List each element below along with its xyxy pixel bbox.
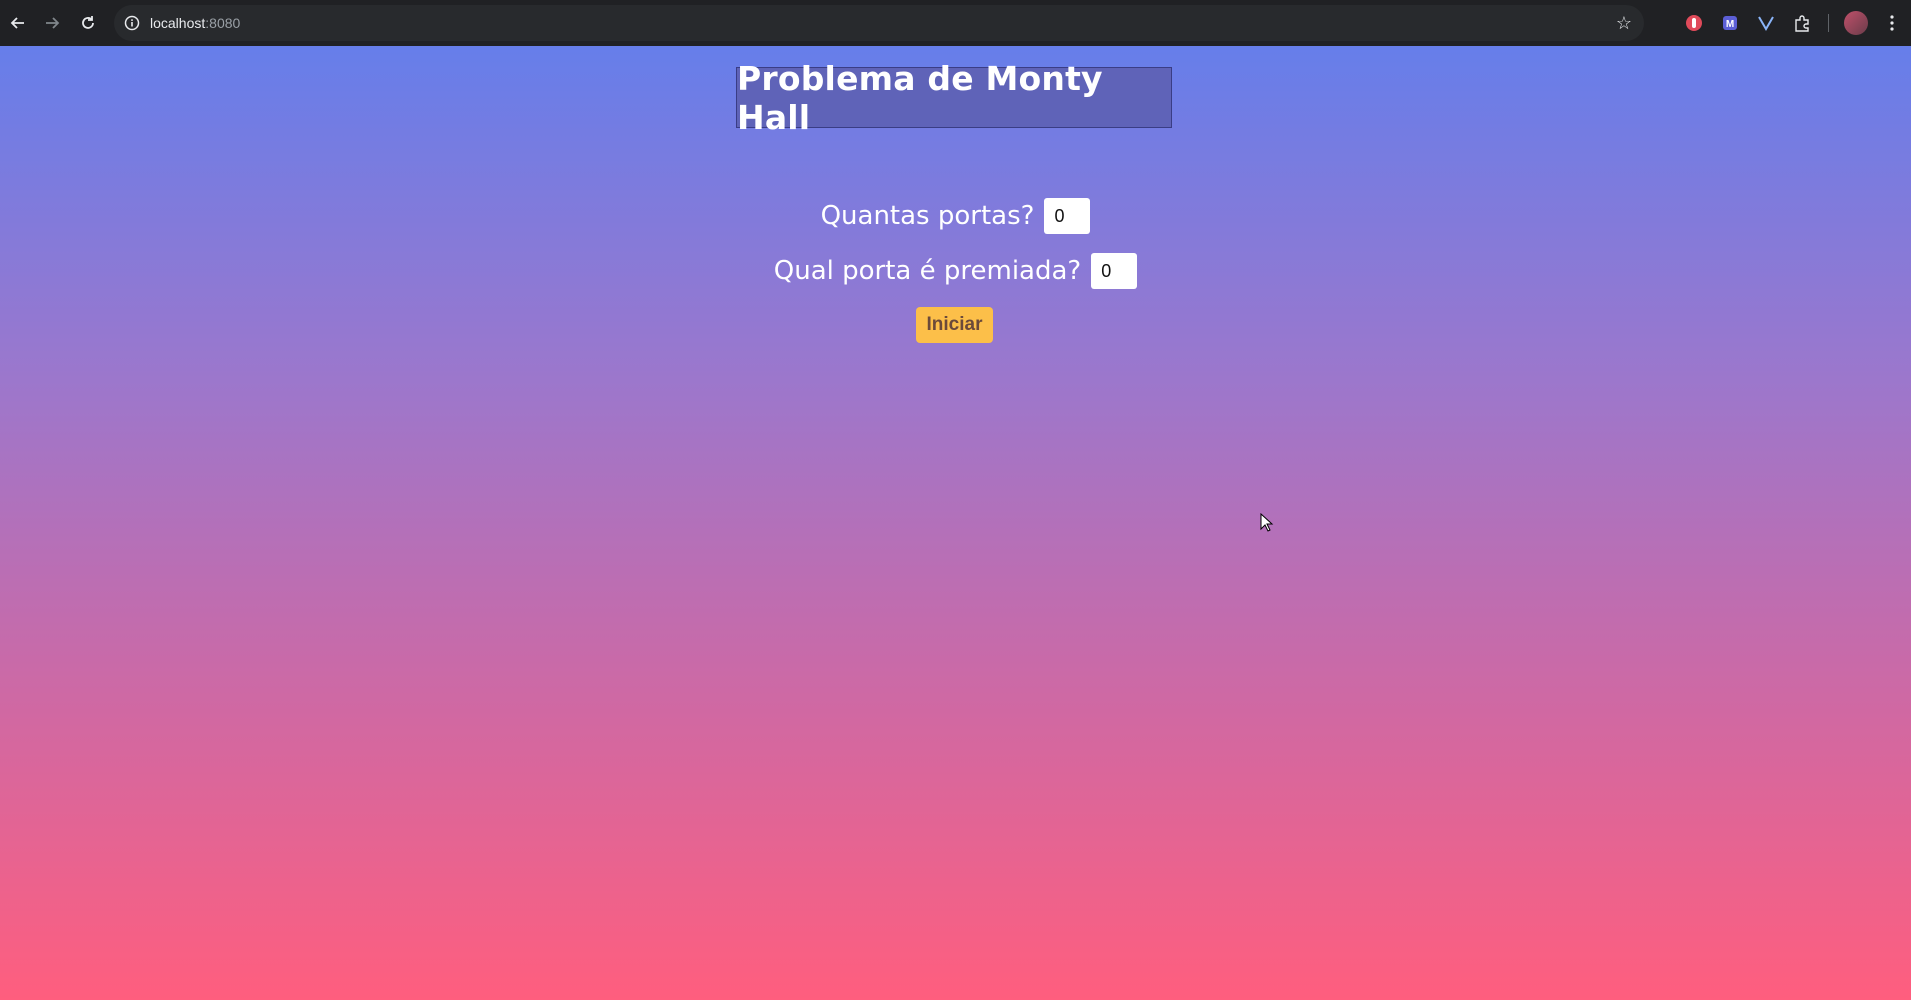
- doors-label: Quantas portas?: [820, 201, 1035, 231]
- back-button[interactable]: [0, 5, 36, 41]
- prize-door-label: Qual porta é premiada?: [773, 256, 1082, 286]
- arrow-right-icon: [46, 17, 60, 29]
- doors-row: Quantas portas?: [0, 198, 1911, 234]
- page-title: Problema de Monty Hall: [737, 58, 1103, 137]
- title-box: Problema de Monty Hall: [736, 59, 1172, 137]
- address-bar[interactable]: localhost:8080 ☆: [114, 5, 1644, 41]
- url-text: localhost:8080: [150, 15, 241, 31]
- mouse-cursor-icon: [1260, 513, 1274, 532]
- extension-red-icon[interactable]: [1682, 11, 1706, 35]
- arrow-left-icon: [10, 17, 24, 29]
- reload-icon: [82, 16, 94, 29]
- doors-input[interactable]: [1044, 198, 1091, 234]
- kebab-menu-icon[interactable]: [1880, 11, 1904, 35]
- prize-door-input[interactable]: [1091, 253, 1138, 289]
- page-content: Problema de Monty Hall Quantas portas? Q…: [0, 46, 1911, 1000]
- toolbar-divider: [1828, 14, 1829, 32]
- forward-button[interactable]: [34, 5, 70, 41]
- extension-vue-icon[interactable]: [1754, 11, 1778, 35]
- star-icon[interactable]: ☆: [1614, 13, 1634, 33]
- reload-button[interactable]: [70, 5, 106, 41]
- extension-m-icon[interactable]: M: [1718, 11, 1742, 35]
- site-info-icon[interactable]: [114, 5, 150, 41]
- browser-toolbar: localhost:8080 ☆ M: [0, 0, 1911, 46]
- start-button[interactable]: Iniciar: [916, 307, 993, 343]
- svg-text:M: M: [1726, 19, 1734, 30]
- extensions-puzzle-icon[interactable]: [1790, 11, 1814, 35]
- profile-avatar[interactable]: [1844, 11, 1868, 35]
- prize-row: Qual porta é premiada?: [0, 253, 1911, 289]
